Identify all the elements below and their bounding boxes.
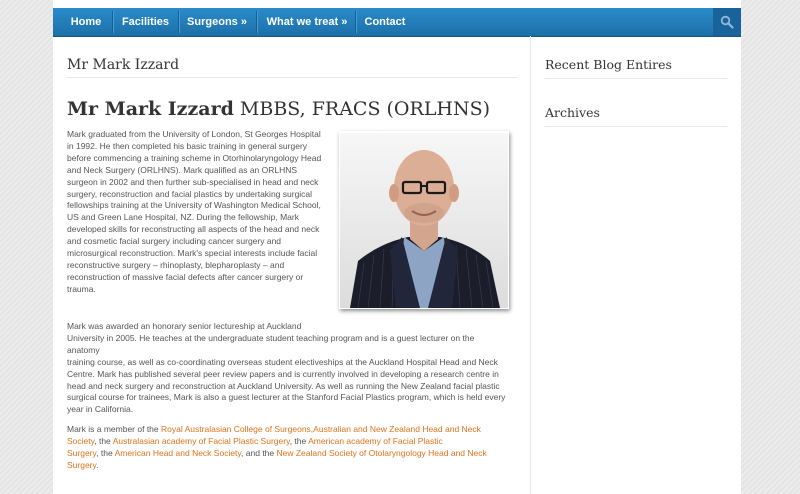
bio-line: reconstruction of massive facial defects… xyxy=(67,271,304,282)
divider xyxy=(67,77,517,78)
nav-facilities[interactable]: Facilities xyxy=(115,8,176,36)
sentence-end: . xyxy=(96,459,99,470)
sidebar-archives-title: Archives xyxy=(545,105,600,120)
nav-contact[interactable]: Contact xyxy=(358,8,412,36)
bio-line: developed skills for reconstructing all … xyxy=(67,224,320,235)
separator-text: , the xyxy=(94,435,113,446)
bio-line: Centre. Mark has published several peer … xyxy=(67,368,499,379)
divider xyxy=(545,126,727,127)
bio-line: and Neck Surgery (ORLHNS). Mark qualifie… xyxy=(67,164,298,175)
nav-what-we-treat[interactable]: What we treat » xyxy=(259,8,355,36)
bio-line: year in California. xyxy=(67,404,134,415)
link-american-facial-plastic[interactable]: American academy of Facial Plastic xyxy=(308,436,443,446)
bio-line: Society, the Australasian academy of Fac… xyxy=(67,436,517,448)
link-american-facial-plastic-cont[interactable]: Surgery xyxy=(67,448,96,458)
link-anz-head-neck-cont[interactable]: Society xyxy=(67,436,94,446)
column-divider xyxy=(530,36,531,494)
nav-home[interactable]: Home xyxy=(61,8,111,36)
link-racs[interactable]: Royal Australasian College of Surgeons, xyxy=(161,424,313,434)
nav-divider xyxy=(112,11,114,33)
bio-line: US and Green Lane Hospital, NZ. During t… xyxy=(67,212,299,223)
separator-text: , and the xyxy=(241,447,277,458)
page-container: Home Facilities Surgeons » What we treat… xyxy=(53,0,741,494)
bio-paragraph-1: Mark graduated from the University of Lo… xyxy=(67,129,337,296)
bio-line: Surgery, the American Head and Neck Soci… xyxy=(67,448,517,460)
search-icon xyxy=(720,15,734,29)
bio-line: Mark was awarded an honorary senior lect… xyxy=(67,321,302,331)
bio-line: fellowships training at the University o… xyxy=(67,200,321,211)
bio-paragraph-3: Mark is a member of the Royal Australasi… xyxy=(67,424,517,472)
surgeon-heading: Mr Mark Izzard MBBS, FRACS (ORLHNS) xyxy=(67,98,490,120)
link-nz-otolaryngology-cont[interactable]: Surgery xyxy=(67,460,96,470)
bio-line: reconstructive surgery – rhinoplasty, bl… xyxy=(67,259,285,270)
bio-line: Surgery. xyxy=(67,460,517,472)
bio-line: surgeon in 2002 and then further sub-spe… xyxy=(67,176,319,187)
bio-line: and cosmetic facial surgery including ca… xyxy=(67,236,282,247)
link-american-head-neck[interactable]: American Head and Neck Society xyxy=(115,448,241,458)
bio-line: in 1992. He then completed his basic tra… xyxy=(67,140,308,151)
bio-line: before commencing a training scheme in O… xyxy=(67,152,322,163)
surgeon-credentials: MBBS, FRACS (ORLHNS) xyxy=(239,98,491,120)
bio-line: training course, as well as co-coordinat… xyxy=(67,356,498,367)
bio-line: Mark graduated from the University of Lo… xyxy=(67,129,321,139)
separator-text: , the xyxy=(289,435,309,446)
bio-line: surgery, reconstruction and facial plast… xyxy=(67,188,313,199)
nav-divider xyxy=(256,11,258,33)
nav-surgeons[interactable]: Surgeons » xyxy=(181,8,253,36)
link-nz-otolaryngology[interactable]: New Zealand Society of Otolaryngology He… xyxy=(277,448,487,458)
bio-paragraph-2: Mark was awarded an honorary senior lect… xyxy=(67,321,507,416)
bio-line: Mark is a member of the Royal Australasi… xyxy=(67,424,517,436)
nav-divider xyxy=(355,11,357,33)
page-title: Mr Mark Izzard xyxy=(67,57,180,73)
sidebar-recent-blog-title: Recent Blog Entires xyxy=(545,57,672,72)
memberships-lead: Mark is a member of the xyxy=(67,424,162,434)
bio-line: head and neck surgery and reconstruction… xyxy=(67,380,500,391)
bio-line: microsurgical reconstruction. Mark's spe… xyxy=(67,248,318,259)
main-nav: Home Facilities Surgeons » What we treat… xyxy=(53,8,741,37)
divider xyxy=(545,78,727,79)
link-australasian-facial-plastic[interactable]: Australasian academy of Facial Plastic S… xyxy=(113,436,290,446)
search-button[interactable] xyxy=(713,8,741,36)
nav-divider xyxy=(178,11,180,33)
link-anz-head-neck[interactable]: Australian and New Zealand Head and Neck xyxy=(313,424,481,434)
bio-line: trauma. xyxy=(67,283,96,294)
bio-line: surgical course for trainees, Mark is al… xyxy=(67,392,506,403)
surgeon-photo xyxy=(340,133,508,308)
surgeon-name: Mr Mark Izzard xyxy=(67,98,234,120)
surgeon-photo-frame xyxy=(339,131,509,309)
separator-text: , the xyxy=(96,447,115,458)
bio-line: University in 2005. He teaches at the un… xyxy=(67,332,475,355)
